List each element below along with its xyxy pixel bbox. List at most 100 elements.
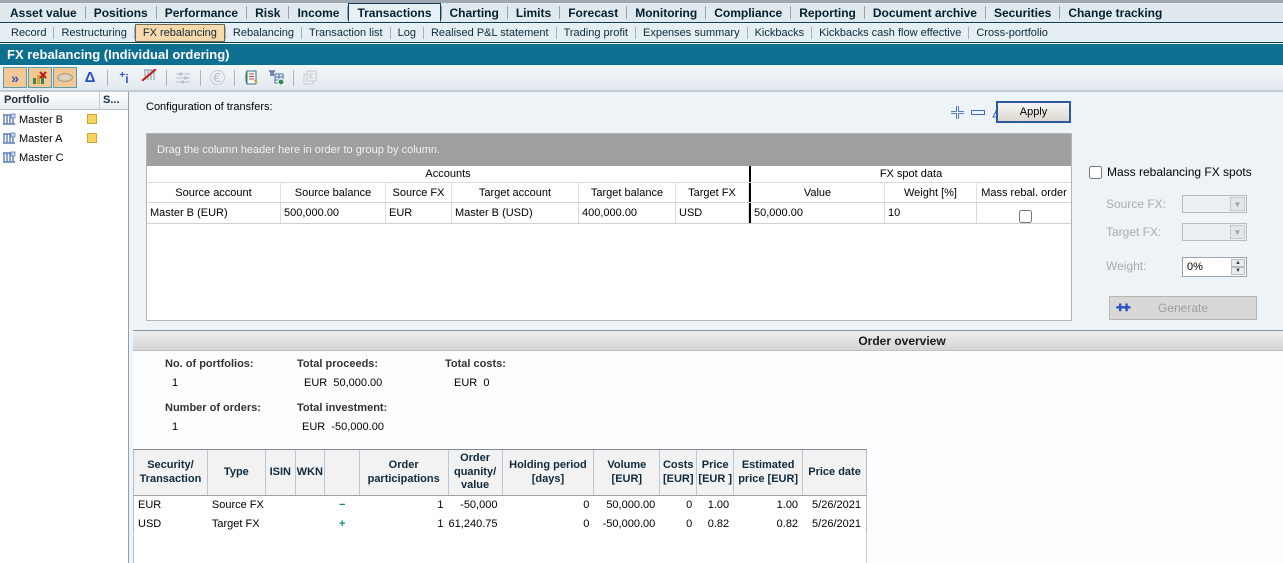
portfolio-column-header[interactable]: Portfolio — [0, 92, 100, 109]
subtab-trading-profit[interactable]: Trading profit — [557, 24, 635, 42]
weight-stepper[interactable]: 0% ▲▼ — [1182, 257, 1247, 277]
ocol-type[interactable]: Type — [208, 450, 266, 495]
subtab-record[interactable]: Record — [4, 24, 53, 42]
col-target-fx[interactable]: Target FX — [676, 183, 749, 202]
orders-grid-header: Security/ Transaction Type ISIN WKN Orde… — [134, 450, 866, 496]
ocol-holding-period[interactable]: Holding period [days] — [503, 450, 595, 495]
column-group-header-row: Accounts FX spot data — [147, 166, 1071, 183]
tab-performance[interactable]: Performance — [157, 3, 246, 22]
tab-income[interactable]: Income — [289, 3, 347, 22]
ocol-estimated-price[interactable]: Estimated price [EUR] — [734, 450, 803, 495]
order-row-eur[interactable]: EUR Source FX − 1 -50,000 0 50,000.00 0 … — [134, 496, 866, 515]
remove-row-icon[interactable] — [971, 110, 985, 115]
import-table-icon[interactable] — [264, 67, 288, 88]
mass-rebalancing-checkbox[interactable] — [1089, 166, 1102, 179]
order-book-icon[interactable] — [239, 67, 263, 88]
chart-analysis-icon[interactable] — [28, 67, 52, 88]
target-fx-dropdown[interactable]: ▼ — [1182, 223, 1247, 241]
tab-compliance[interactable]: Compliance — [706, 3, 790, 22]
tab-asset-value[interactable]: Asset value — [2, 3, 85, 22]
ocol-sign[interactable] — [325, 450, 360, 495]
subtab-transaction-list[interactable]: Transaction list — [302, 24, 390, 42]
ocol-price[interactable]: Price [EUR ] — [697, 450, 734, 495]
col-value[interactable]: Value — [751, 183, 885, 202]
subtab-rebalancing[interactable]: Rebalancing — [226, 24, 301, 42]
subtab-cross-portfolio[interactable]: Cross-portfolio — [969, 24, 1055, 42]
portfolio-item-master-c[interactable]: Master C — [0, 148, 128, 167]
portfolio-item-master-a[interactable]: Master A — [0, 129, 128, 148]
ocol-security-transaction[interactable]: Security/ Transaction — [134, 450, 208, 495]
target-fx-label: Target FX: — [1106, 225, 1161, 239]
mass-rebal-order-checkbox[interactable] — [1019, 210, 1032, 223]
apply-button[interactable]: Apply — [996, 101, 1071, 123]
tab-reporting[interactable]: Reporting — [791, 3, 864, 22]
transfer-row[interactable]: Master B (EUR) 500,000.00 EUR Master B (… — [147, 203, 1071, 224]
ocol-costs[interactable]: Costs [EUR] — [660, 450, 697, 495]
no-of-portfolios-label: No. of portfolios: — [165, 358, 254, 370]
ocol-price-date[interactable]: Price date — [803, 450, 866, 495]
ocol-isin[interactable]: ISIN — [266, 450, 296, 495]
tab-limits[interactable]: Limits — [508, 3, 559, 22]
copy-pages-euro-icon[interactable]: € — [298, 67, 322, 88]
add-row-icon[interactable] — [950, 105, 965, 120]
cell-volume: 50,000.00 — [594, 496, 660, 515]
total-proceeds-label: Total proceeds: — [297, 358, 378, 370]
subtab-kickbacks[interactable]: Kickbacks — [748, 24, 812, 42]
total-proceeds-value: EUR 50,000.00 — [304, 377, 382, 389]
delta-icon[interactable]: Δ — [78, 67, 102, 88]
subtab-kickbacks-cash-flow[interactable]: Kickbacks cash flow effective — [812, 24, 968, 42]
tab-document-archive[interactable]: Document archive — [865, 3, 985, 22]
group-by-drop-zone[interactable]: Drag the column header here in order to … — [147, 134, 1071, 166]
stepper-down-icon[interactable]: ▼ — [1231, 267, 1245, 275]
col-source-balance[interactable]: Source balance — [281, 183, 386, 202]
order-book-glyph — [244, 70, 259, 85]
tab-forecast[interactable]: Forecast — [560, 3, 626, 22]
ocol-order-quantity-value[interactable]: Order quanity/ value — [449, 450, 503, 495]
status-column-header[interactable]: S... — [100, 92, 128, 109]
tab-positions[interactable]: Positions — [86, 3, 156, 22]
col-target-account[interactable]: Target account — [452, 183, 579, 202]
tab-change-tracking[interactable]: Change tracking — [1060, 3, 1170, 22]
subtab-fx-rebalancing[interactable]: FX rebalancing — [135, 24, 225, 42]
portfolio-item-label: Master C — [19, 152, 64, 164]
col-mass-rebal-order[interactable]: Mass rebal. order — [977, 183, 1071, 202]
cell-participations: 1 — [360, 515, 449, 534]
import-table-glyph — [268, 70, 284, 85]
group-header-fx-spot-data: FX spot data — [751, 166, 1071, 182]
cell-weight: 10 — [885, 203, 977, 223]
euro-coin-icon[interactable]: € — [205, 67, 229, 88]
tab-charting[interactable]: Charting — [442, 3, 507, 22]
col-source-fx[interactable]: Source FX — [386, 183, 452, 202]
ocol-order-participations[interactable]: Order participations — [360, 450, 449, 495]
ellipse-icon[interactable] — [53, 67, 77, 88]
cell-value: 50,000.00 — [751, 203, 885, 223]
delete-harp-icon[interactable] — [137, 67, 161, 88]
generate-plus-icon: ✚✚ — [1116, 303, 1129, 314]
tab-risk[interactable]: Risk — [247, 3, 288, 22]
sub-menu-bar: Record Restructuring FX rebalancing Reba… — [0, 24, 1283, 43]
col-source-account[interactable]: Source account — [147, 183, 281, 202]
tab-monitoring[interactable]: Monitoring — [627, 3, 705, 22]
subtab-expenses-summary[interactable]: Expenses summary — [636, 24, 747, 42]
portfolio-item-master-b[interactable]: Master B — [0, 110, 128, 129]
tab-transactions[interactable]: Transactions — [348, 3, 440, 22]
expand-icon[interactable]: » — [3, 67, 27, 88]
generate-button[interactable]: ✚✚ Generate — [1109, 296, 1257, 320]
col-target-balance[interactable]: Target balance — [579, 183, 676, 202]
add-info-icon[interactable]: +i — [112, 67, 136, 88]
ocol-wkn[interactable]: WKN — [296, 450, 325, 495]
subtab-log[interactable]: Log — [391, 24, 423, 42]
chart-analysis-glyph — [32, 71, 48, 85]
chevron-down-icon: ▼ — [1230, 197, 1245, 211]
sliders-icon[interactable] — [171, 67, 195, 88]
subtab-realised-pl[interactable]: Realised P&L statement — [424, 24, 556, 42]
col-weight[interactable]: Weight [%] — [885, 183, 977, 202]
tab-securities[interactable]: Securities — [986, 3, 1059, 22]
total-costs-value: EUR 0 — [454, 377, 489, 389]
order-row-usd[interactable]: USD Target FX + 1 61,240.75 0 -50,000.00… — [134, 515, 866, 534]
subtab-restructuring[interactable]: Restructuring — [54, 24, 133, 42]
stepper-up-icon[interactable]: ▲ — [1231, 259, 1245, 267]
cell-quantity: -50,000 — [449, 496, 503, 515]
ocol-volume[interactable]: Volume [EUR] — [594, 450, 660, 495]
source-fx-dropdown[interactable]: ▼ — [1182, 195, 1247, 213]
